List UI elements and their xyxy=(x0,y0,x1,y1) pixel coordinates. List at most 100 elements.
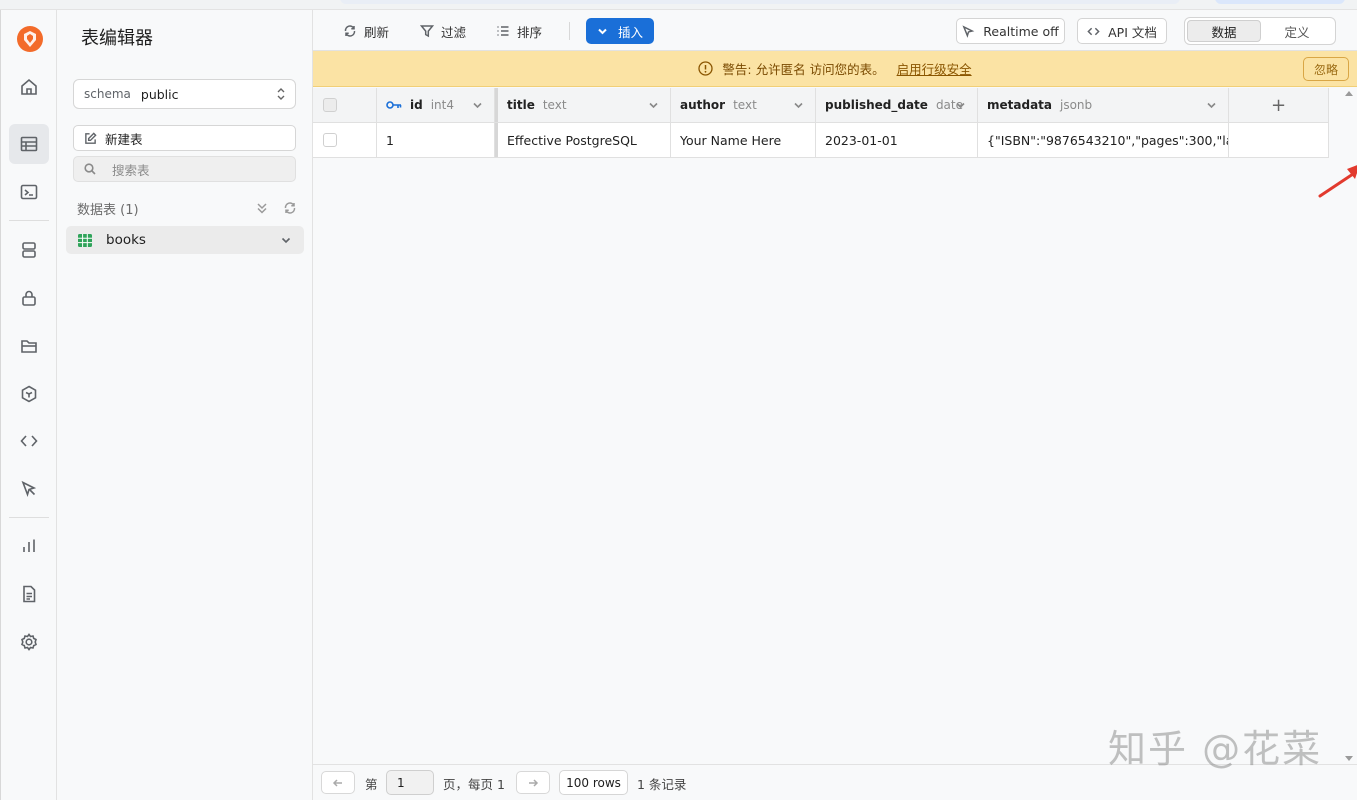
chevron-down-icon[interactable] xyxy=(793,100,804,111)
api-icon[interactable] xyxy=(9,421,49,461)
storage-icon[interactable] xyxy=(9,326,49,366)
rls-warning-banner: 警告: 允许匿名 访问您的表。 启用行级安全 忽略 xyxy=(313,51,1357,87)
refresh-button[interactable]: 刷新 xyxy=(343,18,389,44)
add-column-button[interactable]: + xyxy=(1229,88,1329,122)
browser-profile-pill[interactable] xyxy=(1215,0,1345,4)
view-toggle: 数据 定义 xyxy=(1184,17,1336,45)
sidebar-title: 表编辑器 xyxy=(81,24,153,50)
settings-icon[interactable] xyxy=(9,622,49,662)
edit-icon xyxy=(84,132,97,145)
cell-author[interactable]: Your Name Here xyxy=(671,123,816,157)
table-name: books xyxy=(106,232,146,248)
filter-button[interactable]: 过滤 xyxy=(420,18,466,44)
realtime-icon[interactable] xyxy=(9,469,49,509)
schema-label: schema xyxy=(84,87,131,101)
enable-rls-link[interactable]: 启用行级安全 xyxy=(897,59,972,78)
primary-key-icon xyxy=(386,100,402,110)
page-number-input[interactable]: 1 xyxy=(386,770,434,795)
database-icon[interactable] xyxy=(9,230,49,270)
column-header-author[interactable]: author text xyxy=(671,88,816,122)
search-placeholder: 搜索表 xyxy=(112,160,150,179)
tab-definition[interactable]: 定义 xyxy=(1261,20,1333,42)
dismiss-button[interactable]: 忽略 xyxy=(1303,57,1349,81)
auth-icon[interactable] xyxy=(9,278,49,318)
toolbar: 刷新 过滤 排序 插入 Realtime off API 文档 数据 定义 xyxy=(313,10,1357,51)
refresh-icon[interactable] xyxy=(283,201,297,215)
vertical-scrollbar[interactable] xyxy=(1342,88,1357,764)
sort-button[interactable]: 排序 xyxy=(496,18,542,44)
grid-header-row: id int4 title text author text published… xyxy=(313,88,1329,123)
collapse-all-icon[interactable] xyxy=(255,201,269,215)
reports-icon[interactable] xyxy=(9,526,49,566)
record-count: 1 条记录 xyxy=(637,774,686,793)
chevron-up-down-icon xyxy=(276,87,286,101)
cell-title[interactable]: Effective PostgreSQL xyxy=(495,123,671,157)
chevron-down-icon[interactable] xyxy=(955,100,966,111)
select-all-cell xyxy=(313,88,377,122)
new-table-button[interactable]: 新建表 xyxy=(73,125,296,151)
table-editor-icon[interactable] xyxy=(9,124,49,164)
icon-rail xyxy=(0,10,57,800)
data-grid: id int4 title text author text published… xyxy=(313,88,1329,158)
sql-editor-icon[interactable] xyxy=(9,172,49,212)
filter-label: 过滤 xyxy=(441,22,466,41)
address-bar[interactable] xyxy=(340,0,1180,4)
column-name: published_date xyxy=(825,98,928,112)
page-suffix: 页，每页 1 xyxy=(443,774,505,793)
edge-functions-icon[interactable] xyxy=(9,374,49,414)
column-header-metadata[interactable]: metadata jsonb xyxy=(978,88,1229,122)
browser-top-strip xyxy=(0,0,1357,10)
new-table-label: 新建表 xyxy=(105,129,143,148)
chevron-down-icon[interactable] xyxy=(472,100,483,111)
column-type: text xyxy=(733,98,757,112)
chevron-down-icon[interactable] xyxy=(280,234,292,246)
chevron-down-icon[interactable] xyxy=(648,100,659,111)
column-name: id xyxy=(410,98,423,112)
table-row[interactable]: 1 Effective PostgreSQL Your Name Here 20… xyxy=(313,123,1329,158)
chevron-down-icon xyxy=(597,26,608,37)
arrow-right-icon xyxy=(527,777,539,789)
search-tables-input[interactable]: 搜索表 xyxy=(73,156,296,182)
scroll-down-icon[interactable] xyxy=(1345,756,1353,762)
previous-page-button[interactable] xyxy=(321,771,355,794)
tab-data[interactable]: 数据 xyxy=(1187,20,1261,42)
logo-icon[interactable] xyxy=(16,25,44,53)
cell-metadata[interactable]: {"ISBN":"9876543210","pages":300,"langu xyxy=(978,123,1229,157)
realtime-label: Realtime off xyxy=(983,24,1058,39)
page-prefix: 第 xyxy=(365,774,378,793)
cell-id[interactable]: 1 xyxy=(377,123,495,157)
next-page-button[interactable] xyxy=(516,771,550,794)
home-icon[interactable] xyxy=(9,67,49,107)
tables-header: 数据表 (1) xyxy=(77,199,297,217)
schema-select[interactable]: schema public xyxy=(73,79,296,109)
column-type: jsonb xyxy=(1060,98,1092,112)
tables-count-label: 数据表 (1) xyxy=(77,203,139,218)
chevron-down-icon[interactable] xyxy=(1206,100,1217,111)
code-icon xyxy=(1087,25,1100,38)
scroll-up-icon[interactable] xyxy=(1345,90,1353,96)
arrow-left-icon xyxy=(332,777,344,789)
column-header-title[interactable]: title text xyxy=(495,88,671,122)
logs-icon[interactable] xyxy=(9,574,49,614)
select-all-checkbox[interactable] xyxy=(323,98,337,112)
table-grid-icon xyxy=(78,234,92,247)
sort-icon xyxy=(496,24,510,38)
main-panel: 刷新 过滤 排序 插入 Realtime off API 文档 数据 定义 xyxy=(313,10,1357,800)
table-sidebar: 表编辑器 schema public 新建表 搜索表 数据表 (1) books xyxy=(57,10,313,800)
cursor-icon xyxy=(962,25,975,38)
column-header-published-date[interactable]: published_date date xyxy=(816,88,978,122)
column-header-id[interactable]: id int4 xyxy=(377,88,495,122)
insert-button[interactable]: 插入 xyxy=(586,18,654,44)
sidebar-item-books[interactable]: books xyxy=(66,226,304,254)
cell-published-date[interactable]: 2023-01-01 xyxy=(816,123,978,157)
refresh-label: 刷新 xyxy=(364,22,389,41)
row-select-cell xyxy=(313,123,377,157)
watermark: 知乎 @花菜 xyxy=(1108,718,1322,773)
realtime-toggle-button[interactable]: Realtime off xyxy=(956,18,1065,44)
rail-divider xyxy=(9,220,49,221)
api-docs-button[interactable]: API 文档 xyxy=(1077,18,1167,44)
row-checkbox[interactable] xyxy=(323,133,337,147)
rows-per-page-select[interactable]: 100 rows xyxy=(559,770,628,795)
column-type: text xyxy=(543,98,567,112)
toolbar-divider xyxy=(569,22,570,40)
